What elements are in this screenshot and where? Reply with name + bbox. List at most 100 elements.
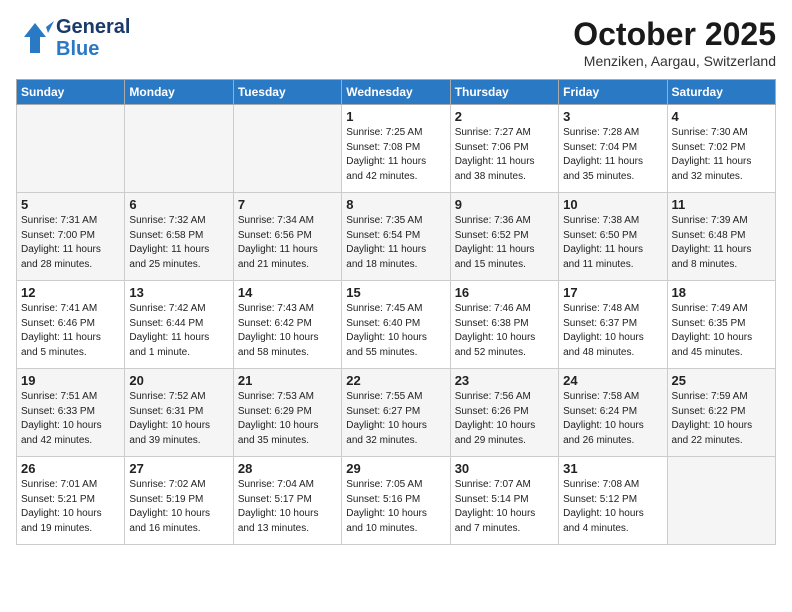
- day-number: 10: [563, 197, 662, 212]
- calendar-cell: 21 Sunrise: 7:53 AMSunset: 6:29 PMDayligh…: [233, 369, 341, 457]
- calendar-cell: [17, 105, 125, 193]
- calendar-cell: 7Sunrise: 7:34 AMSunset: 6:56 PMDaylight…: [233, 193, 341, 281]
- cell-content: Sunrise: 7:01 AMSunset: 5:21 PMDaylight:…: [21, 478, 120, 536]
- weekday-header-tuesday: Tuesday: [233, 80, 341, 105]
- calendar-cell: 6Sunrise: 7:32 AMSunset: 6:58 PMDaylight…: [125, 193, 233, 281]
- cell-content: Sunrise: 7:56 AMSunset: 6:26 PMDaylight:…: [455, 390, 554, 448]
- cell-content: Sunrise: 7:49 AMSunset: 6:35 PMDaylight:…: [672, 302, 771, 360]
- day-number: 2: [455, 109, 554, 124]
- calendar-cell: 20 Sunrise: 7:52 AMSunset: 6:31 PMDayligh…: [125, 369, 233, 457]
- cell-content: Sunrise: 7:38 AMSunset: 6:50 PMDaylight:…: [563, 214, 662, 272]
- title-block: October 2025 Menziken, Aargau, Switzerla…: [573, 16, 776, 69]
- calendar-cell: [233, 105, 341, 193]
- calendar-cell: 11 Sunrise: 7:39 AMSunset: 6:48 PMDayligh…: [667, 193, 775, 281]
- week-row-2: 5Sunrise: 7:31 AMSunset: 7:00 PMDaylight…: [17, 193, 776, 281]
- calendar-cell: 27 Sunrise: 7:02 AMSunset: 5:19 PMDayligh…: [125, 457, 233, 545]
- cell-content: Sunrise: 7:25 AMSunset: 7:08 PMDaylight:…: [346, 126, 445, 184]
- weekday-header-friday: Friday: [559, 80, 667, 105]
- calendar-cell: 17Sunrise: 7:48 AMSunset: 6:37 PMDayligh…: [559, 281, 667, 369]
- day-number: 20: [129, 373, 228, 388]
- week-row-4: 19 Sunrise: 7:51 AMSunset: 6:33 PMDayligh…: [17, 369, 776, 457]
- week-row-1: 1 Sunrise: 7:25 AMSunset: 7:08 PMDaylight…: [17, 105, 776, 193]
- cell-content: Sunrise: 7:02 AMSunset: 5:19 PMDaylight:…: [129, 478, 228, 536]
- calendar-cell: 3 Sunrise: 7:28 AMSunset: 7:04 PMDaylight…: [559, 105, 667, 193]
- calendar-cell: 16Sunrise: 7:46 AMSunset: 6:38 PMDayligh…: [450, 281, 558, 369]
- week-row-5: 26Sunrise: 7:01 AMSunset: 5:21 PMDayligh…: [17, 457, 776, 545]
- cell-content: Sunrise: 7:08 AMSunset: 5:12 PMDaylight:…: [563, 478, 662, 536]
- calendar-cell: 29Sunrise: 7:05 AMSunset: 5:16 PMDayligh…: [342, 457, 450, 545]
- calendar-cell: 30 Sunrise: 7:07 AMSunset: 5:14 PMDayligh…: [450, 457, 558, 545]
- weekday-header-thursday: Thursday: [450, 80, 558, 105]
- cell-content: Sunrise: 7:48 AMSunset: 6:37 PMDaylight:…: [563, 302, 662, 360]
- cell-content: Sunrise: 7:41 AMSunset: 6:46 PMDaylight:…: [21, 302, 120, 360]
- cell-content: Sunrise: 7:07 AMSunset: 5:14 PMDaylight:…: [455, 478, 554, 536]
- day-number: 1: [346, 109, 445, 124]
- calendar-cell: 9Sunrise: 7:36 AMSunset: 6:52 PMDaylight…: [450, 193, 558, 281]
- calendar-cell: 18Sunrise: 7:49 AMSunset: 6:35 PMDayligh…: [667, 281, 775, 369]
- cell-content: Sunrise: 7:27 AMSunset: 7:06 PMDaylight:…: [455, 126, 554, 184]
- calendar-cell: 4 Sunrise: 7:30 AMSunset: 7:02 PMDaylight…: [667, 105, 775, 193]
- cell-content: Sunrise: 7:45 AMSunset: 6:40 PMDaylight:…: [346, 302, 445, 360]
- calendar-cell: 10 Sunrise: 7:38 AMSunset: 6:50 PMDayligh…: [559, 193, 667, 281]
- day-number: 28: [238, 461, 337, 476]
- day-number: 5: [21, 197, 120, 212]
- calendar-cell: 1 Sunrise: 7:25 AMSunset: 7:08 PMDaylight…: [342, 105, 450, 193]
- weekday-header-row: SundayMondayTuesdayWednesdayThursdayFrid…: [17, 80, 776, 105]
- calendar-cell: 5Sunrise: 7:31 AMSunset: 7:00 PMDaylight…: [17, 193, 125, 281]
- month-title: October 2025: [573, 16, 776, 53]
- cell-content: Sunrise: 7:28 AMSunset: 7:04 PMDaylight:…: [563, 126, 662, 184]
- day-number: 22: [346, 373, 445, 388]
- day-number: 21: [238, 373, 337, 388]
- day-number: 19: [21, 373, 120, 388]
- calendar-table: SundayMondayTuesdayWednesdayThursdayFrid…: [16, 79, 776, 545]
- day-number: 9: [455, 197, 554, 212]
- page-header: General Blue October 2025 Menziken, Aarg…: [16, 16, 776, 69]
- weekday-header-sunday: Sunday: [17, 80, 125, 105]
- cell-content: Sunrise: 7:30 AMSunset: 7:02 PMDaylight:…: [672, 126, 771, 184]
- calendar-cell: 25 Sunrise: 7:59 AMSunset: 6:22 PMDayligh…: [667, 369, 775, 457]
- weekday-header-saturday: Saturday: [667, 80, 775, 105]
- day-number: 7: [238, 197, 337, 212]
- cell-content: Sunrise: 7:59 AMSunset: 6:22 PMDaylight:…: [672, 390, 771, 448]
- cell-content: Sunrise: 7:39 AMSunset: 6:48 PMDaylight:…: [672, 214, 771, 272]
- calendar-cell: 24Sunrise: 7:58 AMSunset: 6:24 PMDayligh…: [559, 369, 667, 457]
- week-row-3: 12 Sunrise: 7:41 AMSunset: 6:46 PMDayligh…: [17, 281, 776, 369]
- day-number: 30: [455, 461, 554, 476]
- calendar-cell: 26Sunrise: 7:01 AMSunset: 5:21 PMDayligh…: [17, 457, 125, 545]
- day-number: 12: [21, 285, 120, 300]
- cell-content: Sunrise: 7:58 AMSunset: 6:24 PMDaylight:…: [563, 390, 662, 448]
- cell-content: Sunrise: 7:51 AMSunset: 6:33 PMDaylight:…: [21, 390, 120, 448]
- weekday-header-wednesday: Wednesday: [342, 80, 450, 105]
- calendar-cell: 13Sunrise: 7:42 AMSunset: 6:44 PMDayligh…: [125, 281, 233, 369]
- calendar-cell: 14Sunrise: 7:43 AMSunset: 6:42 PMDayligh…: [233, 281, 341, 369]
- logo-general: General: [56, 16, 130, 38]
- day-number: 11: [672, 197, 771, 212]
- day-number: 4: [672, 109, 771, 124]
- weekday-header-monday: Monday: [125, 80, 233, 105]
- logo: General Blue: [16, 16, 130, 60]
- day-number: 13: [129, 285, 228, 300]
- cell-content: Sunrise: 7:53 AMSunset: 6:29 PMDaylight:…: [238, 390, 337, 448]
- location: Menziken, Aargau, Switzerland: [573, 53, 776, 69]
- calendar-cell: 23 Sunrise: 7:56 AMSunset: 6:26 PMDayligh…: [450, 369, 558, 457]
- cell-content: Sunrise: 7:55 AMSunset: 6:27 PMDaylight:…: [346, 390, 445, 448]
- day-number: 25: [672, 373, 771, 388]
- cell-content: Sunrise: 7:52 AMSunset: 6:31 PMDaylight:…: [129, 390, 228, 448]
- day-number: 27: [129, 461, 228, 476]
- day-number: 6: [129, 197, 228, 212]
- calendar-cell: [667, 457, 775, 545]
- day-number: 8: [346, 197, 445, 212]
- calendar-cell: 2 Sunrise: 7:27 AMSunset: 7:06 PMDaylight…: [450, 105, 558, 193]
- calendar-cell: 31Sunrise: 7:08 AMSunset: 5:12 PMDayligh…: [559, 457, 667, 545]
- calendar-cell: 12 Sunrise: 7:41 AMSunset: 6:46 PMDayligh…: [17, 281, 125, 369]
- day-number: 15: [346, 285, 445, 300]
- day-number: 23: [455, 373, 554, 388]
- cell-content: Sunrise: 7:35 AMSunset: 6:54 PMDaylight:…: [346, 214, 445, 272]
- day-number: 29: [346, 461, 445, 476]
- calendar-cell: 8 Sunrise: 7:35 AMSunset: 6:54 PMDaylight…: [342, 193, 450, 281]
- day-number: 16: [455, 285, 554, 300]
- calendar-cell: 15 Sunrise: 7:45 AMSunset: 6:40 PMDayligh…: [342, 281, 450, 369]
- logo-icon: [16, 19, 54, 57]
- calendar-cell: 28Sunrise: 7:04 AMSunset: 5:17 PMDayligh…: [233, 457, 341, 545]
- day-number: 3: [563, 109, 662, 124]
